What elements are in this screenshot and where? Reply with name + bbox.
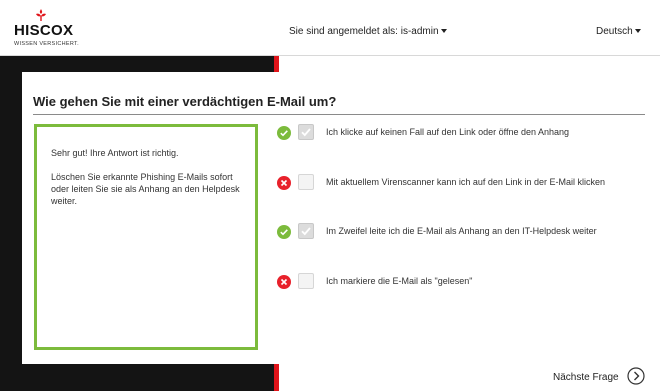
- brand-tagline: WISSEN VERSICHERT.: [14, 41, 79, 47]
- x-circle-icon: [277, 275, 291, 289]
- answer-checkbox[interactable]: [298, 124, 314, 140]
- feedback-result: Sehr gut! Ihre Antwort ist richtig.: [51, 148, 179, 158]
- quiz-card: Wie gehen Sie mit einer verdächtigen E-M…: [22, 72, 647, 364]
- answer-label: Ich markiere die E-Mail als "gelesen": [326, 276, 473, 286]
- hiscox-logo[interactable]: HISCOX WISSEN VERSICHERT.: [14, 8, 79, 50]
- language-selector[interactable]: Deutsch: [596, 26, 641, 37]
- check-circle-icon: [277, 126, 291, 140]
- feedback-explanation: Löschen Sie erkannte Phishing E-Mails so…: [51, 172, 240, 206]
- checkmark-icon: [301, 128, 311, 137]
- next-arrow-icon[interactable]: [627, 367, 645, 385]
- check-circle-icon: [277, 225, 291, 239]
- chevron-down-icon: [634, 29, 641, 34]
- answer-label: Mit aktuellem Virenscanner kann ich auf …: [326, 177, 605, 187]
- feedback-box: Sehr gut! Ihre Antwort ist richtig. Lösc…: [34, 124, 258, 350]
- checkmark-icon: [301, 227, 311, 236]
- answer-label: Ich klicke auf keinen Fall auf den Link …: [326, 127, 570, 137]
- language-label: Deutsch: [596, 26, 633, 37]
- x-circle-icon: [277, 176, 291, 190]
- user-menu[interactable]: Sie sind angemeldet als: is-admin: [289, 26, 447, 37]
- answer-checkbox[interactable]: [298, 223, 314, 239]
- question-divider: [33, 114, 645, 115]
- flower-logo-icon: [36, 9, 46, 21]
- top-header: HISCOX WISSEN VERSICHERT. Sie sind angem…: [0, 0, 660, 55]
- answer-label: Im Zweifel leite ich die E-Mail als Anha…: [326, 226, 597, 236]
- user-menu-label: Sie sind angemeldet als: is-admin: [289, 26, 439, 37]
- answer-checkbox[interactable]: [298, 174, 314, 190]
- chevron-down-icon: [440, 29, 447, 34]
- next-question-button[interactable]: Nächste Frage: [553, 372, 619, 383]
- question-title: Wie gehen Sie mit einer verdächtigen E-M…: [33, 94, 337, 109]
- answer-checkbox[interactable]: [298, 273, 314, 289]
- brand-name: HISCOX: [14, 22, 74, 39]
